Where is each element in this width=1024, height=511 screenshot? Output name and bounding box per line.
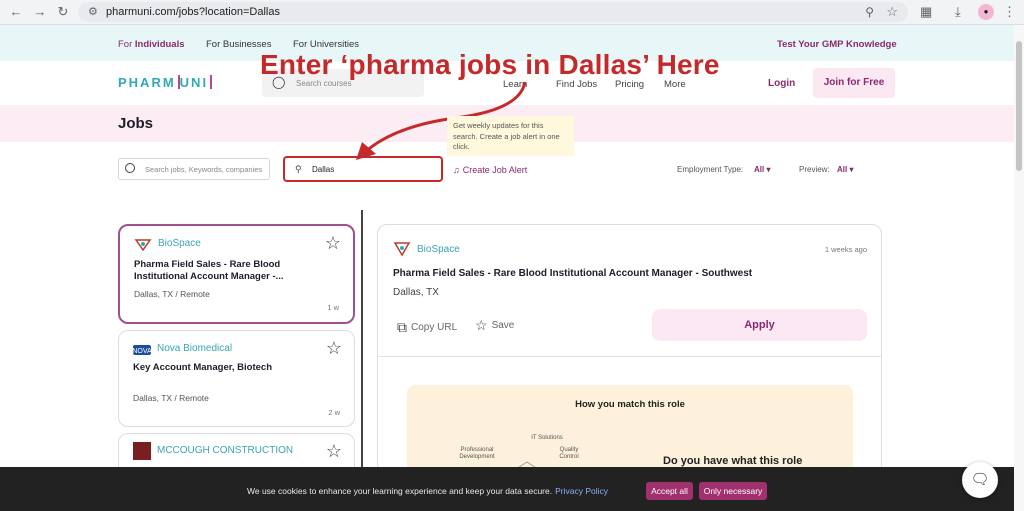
company-name: MCCOUGH CONSTRUCTION [157,445,294,456]
job-search-input[interactable]: Search jobs, Keywords, companies [118,158,270,180]
only-necessary-button[interactable]: Only necessary [699,482,767,500]
accept-all-button[interactable]: Accept all [646,482,693,500]
save-star-icon[interactable]: ☆ [325,234,341,252]
biospace-logo [134,239,152,252]
apply-button[interactable]: Apply [652,309,867,341]
preview-select[interactable]: All ▾ [837,165,853,174]
cookie-message: We use cookies to enhance your learning … [247,486,608,496]
address-bar[interactable]: ⚙ pharmuni.com/jobs?location=Dallas ⚲ ☆ [78,2,908,22]
employment-type-label: Employment Type: [677,165,744,174]
detail-age: 1 weeks ago [824,245,867,254]
scrollbar-thumb[interactable] [1016,41,1022,171]
employment-type-select[interactable]: All ▾ [754,165,770,174]
job-title: Pharma Field Sales - Rare Blood Institut… [134,259,284,283]
cookie-banner: We use cookies to enhance your learning … [0,467,1014,511]
bell-icon: ♫ [453,165,460,175]
location-value: Dallas [312,165,335,174]
for-label: For [118,39,133,50]
job-title: Key Account Manager, Biotech [133,362,273,373]
cookie-text: We use cookies to enhance your learning … [247,486,553,496]
biospace-logo [393,242,411,257]
individuals-label: Individuals [134,39,185,50]
menu-icon[interactable]: ⋮ [1003,4,1016,20]
url-text[interactable]: pharmuni.com/jobs?location=Dallas [106,6,280,18]
gmp-test-link[interactable]: Test Your GMP Knowledge [777,39,897,50]
create-job-alert-button[interactable]: ♫ Create Job Alert [453,165,527,175]
job-card[interactable]: NOVA Nova Biomedical ☆ Key Account Manag… [118,330,355,427]
save-button[interactable]: ☆ Save [475,317,514,334]
job-card[interactable]: BioSpace ☆ Pharma Field Sales - Rare Blo… [118,224,355,324]
privacy-policy-link[interactable]: Privacy Policy [555,486,608,496]
svg-text:NOVA: NOVA [133,348,151,355]
match-label-pd: Professional Development [459,447,495,461]
login-button[interactable]: Login [768,78,795,89]
logo-right: UNI [179,75,209,90]
preview-value: All [837,165,848,174]
page-title: Jobs [118,115,154,132]
job-detail-panel: BioSpace 1 weeks ago Pharma Field Sales … [377,224,882,474]
company-name: Nova Biomedical [157,343,233,354]
extensions-icon[interactable]: ▦ [920,4,932,20]
annotation-title: Enter ‘pharma jobs in Dallas’ Here [260,49,720,80]
join-button[interactable]: Join for Free [813,68,895,98]
job-location: Dallas, TX / Remote [134,289,210,299]
logo-left: PHARM [118,75,176,90]
save-star-icon[interactable]: ☆ [326,442,342,460]
zoom-icon[interactable]: ⚲ [865,5,874,19]
logo-mark [210,75,213,89]
save-star-icon[interactable]: ☆ [326,339,342,357]
search-icon [125,163,135,173]
save-label: Save [491,320,515,331]
copy-url-button[interactable]: ⧉ Copy URL [397,319,457,336]
avatar[interactable]: ● [978,4,994,20]
detail-divider [378,356,881,357]
nova-logo: NOVA [133,345,151,355]
star-icon: ☆ [475,317,488,333]
copy-url-label: Copy URL [411,322,458,333]
company-name: BioSpace [158,238,201,249]
forward-icon[interactable]: → [32,4,48,20]
scrollbar[interactable] [1014,25,1024,511]
job-search-placeholder: Search jobs, Keywords, companies [145,165,263,174]
location-input[interactable]: ⚲ Dallas [283,156,443,182]
location-pin-icon: ⚲ [295,164,302,174]
preview-label: Preview: [799,165,830,174]
list-divider [361,210,363,470]
job-location: Dallas, TX / Remote [133,393,209,403]
match-question: Do you have what this role [663,455,803,467]
back-icon[interactable]: ← [8,4,24,20]
browser-toolbar: ← → ↻ ⚙ pharmuni.com/jobs?location=Dalla… [0,0,1024,25]
create-alert-label: Create Job Alert [462,165,528,175]
chat-icon[interactable]: 🗨 [962,462,998,498]
download-icon[interactable]: ⤓ [955,4,961,20]
copy-icon: ⧉ [397,319,407,335]
employment-type-value: All [754,165,765,174]
detail-location: Dallas, TX [393,287,439,298]
reload-icon[interactable]: ↻ [55,4,71,20]
logo[interactable]: PHARM UNI [118,75,213,90]
mccough-logo [133,442,151,460]
match-title: How you match this role [575,399,685,410]
match-section: How you match this role IT Solutions Pro… [407,385,853,473]
job-alert-tooltip: Get weekly updates for this search. Crea… [447,116,574,156]
star-icon[interactable]: ☆ [886,4,898,20]
detail-company-name: BioSpace [417,244,460,255]
for-individuals-link[interactable]: For Individuals [118,39,185,50]
match-label-it: IT Solutions [531,435,563,441]
job-age: 2 w [328,408,340,417]
match-label-qc: Quality Control [559,447,579,461]
job-age: 1 w [327,303,339,312]
detail-job-title: Pharma Field Sales - Rare Blood Institut… [393,268,753,279]
site-info-icon[interactable]: ⚙ [88,5,98,18]
